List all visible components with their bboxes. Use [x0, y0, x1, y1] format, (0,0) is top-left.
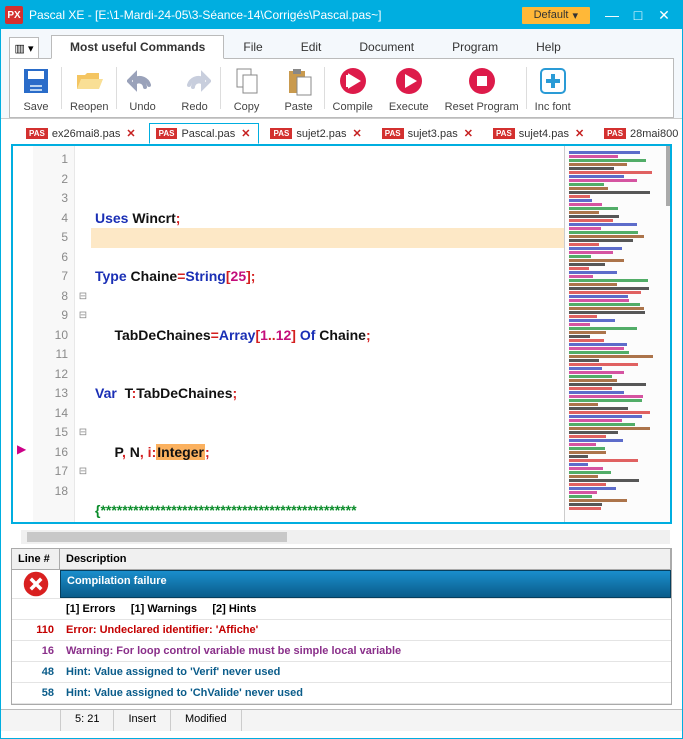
save-label: Save: [23, 101, 48, 113]
close-tab-icon[interactable]: ✕: [124, 127, 137, 140]
error-row[interactable]: 48 Hint: Value assigned to 'Verif' never…: [12, 662, 671, 683]
options-menu-button[interactable]: ▥ ▾: [9, 37, 39, 59]
execute-label: Execute: [389, 101, 429, 113]
reopen-label: Reopen: [70, 101, 109, 113]
ribbon-tab-program[interactable]: Program: [433, 35, 517, 59]
minimap-scrollbar[interactable]: [666, 146, 670, 206]
file-tab[interactable]: PAS28mai800: [597, 124, 683, 144]
execute-icon: [391, 63, 427, 99]
redo-label: Redo: [181, 101, 207, 113]
save-icon: [18, 63, 54, 99]
editor: ▶ 123456789101112131415161718 ⊟⊟⊟⊟ Uses …: [11, 144, 672, 524]
horizontal-scrollbar[interactable]: [21, 530, 670, 544]
plus-icon: [535, 63, 571, 99]
default-theme-button[interactable]: Default▾: [522, 7, 590, 24]
breakpoint-marker[interactable]: ▶: [17, 442, 26, 456]
ribbon-tab-help[interactable]: Help: [517, 35, 580, 59]
error-row[interactable]: 16 Warning: For loop control variable mu…: [12, 641, 671, 662]
messages-panel: Line # Description Compilation failure […: [11, 548, 672, 705]
redo-icon: [177, 63, 213, 99]
error-icon: [12, 570, 60, 598]
close-tab-icon[interactable]: ✕: [350, 127, 363, 140]
insert-mode: Insert: [114, 710, 171, 731]
compile-label: Compile: [333, 101, 373, 113]
copy-button[interactable]: Copy: [221, 63, 273, 113]
fold-gutter[interactable]: ⊟⊟⊟⊟: [75, 146, 91, 522]
close-tab-icon[interactable]: ✕: [462, 127, 475, 140]
file-tab[interactable]: PASex26mai8.pas✕: [19, 123, 145, 144]
inc-font-button[interactable]: Inc font: [527, 63, 579, 113]
status-bar: 5: 21 Insert Modified: [1, 709, 682, 731]
file-tab-bar: PASex26mai8.pas✕ PASPascal.pas✕ PASsujet…: [1, 119, 682, 144]
app-icon: PX: [5, 6, 23, 24]
reset-label: Reset Program: [445, 101, 519, 113]
close-tab-icon[interactable]: ✕: [239, 127, 252, 140]
col-line-header: Line #: [12, 549, 60, 569]
save-button[interactable]: Save: [10, 63, 62, 113]
compile-button[interactable]: Compile: [325, 63, 381, 113]
reset-button[interactable]: Reset Program: [437, 63, 527, 113]
window-title: Pascal XE - [E:\1-Mardi-24-05\3-Séance-1…: [29, 8, 522, 22]
ribbon-tab-commands[interactable]: Most useful Commands: [51, 35, 224, 59]
maximize-button[interactable]: □: [630, 7, 646, 23]
ribbon: ▥ ▾ Most useful Commands File Edit Docum…: [1, 29, 682, 119]
copy-icon: [229, 63, 265, 99]
minimap[interactable]: [565, 146, 670, 522]
minimize-button[interactable]: —: [604, 7, 620, 23]
cursor-position: 5: 21: [61, 710, 114, 731]
ribbon-tab-file[interactable]: File: [224, 35, 281, 59]
modified-status: Modified: [171, 710, 242, 731]
undo-button[interactable]: Undo: [117, 63, 169, 113]
compilation-failure-row[interactable]: Compilation failure: [60, 570, 671, 598]
reopen-button[interactable]: Reopen: [62, 63, 117, 113]
close-tab-icon[interactable]: ✕: [573, 127, 586, 140]
paste-icon: [281, 63, 317, 99]
redo-button[interactable]: Redo: [169, 63, 221, 113]
undo-icon: [125, 63, 161, 99]
compile-icon: [335, 63, 371, 99]
col-desc-header: Description: [60, 549, 671, 569]
title-bar: PX Pascal XE - [E:\1-Mardi-24-05\3-Séanc…: [1, 1, 682, 29]
error-summary: [1] Errors [1] Warnings [2] Hints: [60, 599, 671, 619]
execute-button[interactable]: Execute: [381, 63, 437, 113]
undo-label: Undo: [129, 101, 155, 113]
error-row[interactable]: 110 Error: Undeclared identifier: 'Affic…: [12, 620, 671, 641]
copy-label: Copy: [234, 101, 260, 113]
ribbon-tab-edit[interactable]: Edit: [282, 35, 341, 59]
file-tab[interactable]: PASsujet4.pas✕: [486, 123, 593, 144]
ribbon-tab-document[interactable]: Document: [340, 35, 433, 59]
file-tab[interactable]: PASPascal.pas✕: [149, 123, 260, 144]
line-number-gutter: 123456789101112131415161718: [33, 146, 75, 522]
incfont-label: Inc font: [535, 101, 571, 113]
code-editor[interactable]: Uses Wincrt; Type Chaine=String[25]; Tab…: [91, 146, 564, 522]
folder-open-icon: [71, 63, 107, 99]
file-tab[interactable]: PASsujet2.pas✕: [263, 123, 370, 144]
close-button[interactable]: ✕: [656, 7, 672, 23]
current-line-highlight: [91, 228, 564, 248]
paste-button[interactable]: Paste: [273, 63, 325, 113]
paste-label: Paste: [284, 101, 312, 113]
reset-icon: [464, 63, 500, 99]
error-row[interactable]: 58 Hint: Value assigned to 'ChValide' ne…: [12, 683, 671, 704]
file-tab[interactable]: PASsujet3.pas✕: [375, 123, 482, 144]
